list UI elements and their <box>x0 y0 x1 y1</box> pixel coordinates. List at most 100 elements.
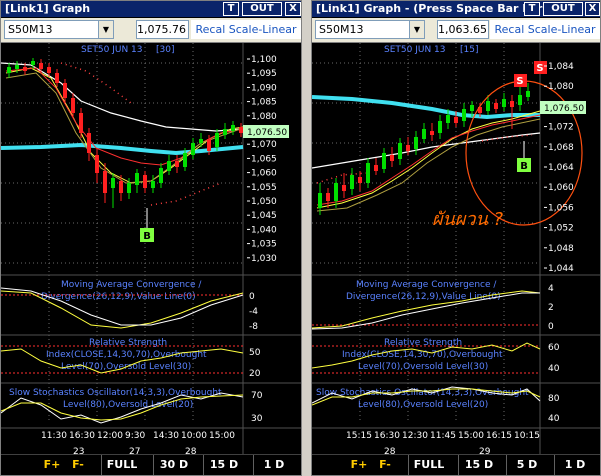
time-tick-label: 15:15 <box>346 431 372 441</box>
price-tick-label: 1,100 <box>251 55 277 65</box>
macd-axis-2: -8 <box>249 322 258 332</box>
timeframe-bar: F+ F- FULL 15 D 5 D 1 D <box>312 454 600 475</box>
timeframe-bar: F+ F- FULL 30 D 15 D 1 D <box>1 454 301 475</box>
candle-body <box>199 139 203 143</box>
macd-title: Moving Average Convergence / <box>61 280 202 290</box>
chevron-down-icon[interactable]: ▼ <box>409 21 424 38</box>
candle-body <box>494 103 498 109</box>
ma-yellow-line <box>5 67 244 184</box>
chart-canvas[interactable]: SET50 JUN 13 [15] ผันผวน ? S S B 1,084 1,… <box>312 43 600 456</box>
candle-body <box>159 168 163 183</box>
price-tick-label: 1,060 <box>548 183 574 193</box>
15d-button[interactable]: 15 D <box>458 455 499 475</box>
price-tick-label: 1,080 <box>548 82 574 92</box>
macd-axis-2: 0 <box>548 322 554 332</box>
price-tick-label: 1,030 <box>251 254 277 264</box>
toggle-t-button[interactable]: T <box>223 2 239 16</box>
price-axis: 1,1001,0951,0901,0851,0801,0751,0701,065… <box>247 55 277 264</box>
candle-body <box>183 153 187 167</box>
5d-button[interactable]: 5 D <box>506 455 547 475</box>
symbol-dropdown[interactable]: S50M13 ▼ <box>4 20 114 39</box>
candle-body <box>518 95 522 105</box>
price-tag: 1,076.50 <box>544 104 584 114</box>
left-chart-window: [Link1] Graph T OUT X S50M13 ▼ 1,075.76 … <box>0 0 302 476</box>
rsi-axis-1: 20 <box>249 369 261 379</box>
zoom-out-button[interactable]: F- <box>67 455 89 475</box>
candle-body <box>486 101 490 111</box>
1d-button[interactable]: 1 D <box>253 455 294 475</box>
time-tick-label: 14:30 <box>153 431 179 441</box>
candle-body <box>342 185 346 191</box>
zoom-out-button[interactable]: F- <box>374 455 396 475</box>
time-tick-label: 9:30 <box>125 431 145 441</box>
price-tick-label: 1,084 <box>548 62 574 72</box>
close-button[interactable]: X <box>285 2 301 16</box>
candle-body <box>15 65 19 69</box>
candle-body <box>79 113 83 133</box>
toggle-t-button[interactable]: T <box>524 2 540 16</box>
candle-body <box>23 67 27 71</box>
candle-body <box>71 98 75 113</box>
price-tick-label: 1,090 <box>251 83 277 93</box>
time-tick-label: 10:15 <box>514 431 540 441</box>
out-button[interactable]: OUT <box>242 2 282 16</box>
candle-body <box>422 129 426 139</box>
zoom-in-button[interactable]: F+ <box>348 455 370 475</box>
full-button[interactable]: FULL <box>101 455 142 475</box>
candle-body <box>95 155 99 173</box>
30d-button[interactable]: 30 D <box>153 455 194 475</box>
full-button[interactable]: FULL <box>408 455 449 475</box>
1d-button[interactable]: 1 D <box>554 455 595 475</box>
rsi-title-2: Index(CLOSE,14,30,70),Overbought <box>46 350 207 360</box>
price-tick-label: 1,056 <box>548 203 574 213</box>
chart-canvas[interactable]: SET50 JUN 13 [30] B 1,100 1,095 1,090 1,085… <box>1 43 301 456</box>
last-price-field: 1,063.65 <box>437 20 489 39</box>
candle-body <box>143 175 147 188</box>
candle-body <box>31 61 35 65</box>
candle-body <box>111 178 115 188</box>
chart-toolbar: S50M13 ▼ 1,063.65 Recal Scale-Linear <box>312 18 600 43</box>
candlesticks <box>7 58 243 208</box>
candle-body <box>430 131 434 135</box>
stoch-axis-0: 70 <box>251 391 263 401</box>
time-tick-label: 15:00 <box>458 431 484 441</box>
candle-body <box>406 145 410 151</box>
recal-scale-button[interactable]: Recal Scale-Linear <box>490 20 600 39</box>
time-tick-label: 16:30 <box>69 431 95 441</box>
price-tag: 1,076.50 <box>247 128 287 138</box>
candle-body <box>151 181 155 188</box>
macd-axis-0: 4 <box>548 284 554 294</box>
candle-body <box>382 153 386 169</box>
sell-marker-label: S <box>536 63 543 74</box>
time-axis: 11:30 16:30 12:00 9:30 14:30 10:00 15:00 <box>41 431 235 441</box>
close-button[interactable]: X <box>585 2 600 16</box>
price-tick-label: 1,070 <box>251 140 277 150</box>
candle-body <box>526 91 530 97</box>
price-tick-label: 1,035 <box>251 240 277 250</box>
candle-body <box>63 83 67 98</box>
candle-body <box>175 161 179 167</box>
ma-olive-line <box>5 72 244 184</box>
chevron-down-icon[interactable]: ▼ <box>98 21 113 38</box>
candle-body <box>127 183 131 193</box>
candle-body <box>39 63 43 69</box>
candle-body <box>223 129 227 135</box>
zoom-in-button[interactable]: F+ <box>41 455 63 475</box>
15d-button[interactable]: 15 D <box>203 455 244 475</box>
chart-toolbar: S50M13 ▼ 1,075.76 Recal Scale-Linear <box>1 18 301 43</box>
candle-body <box>318 193 322 208</box>
price-tick-label: 1,095 <box>251 69 277 79</box>
symbol-dropdown[interactable]: S50M13 ▼ <box>315 20 425 39</box>
recal-scale-button[interactable]: Recal Scale-Linear <box>191 20 301 39</box>
candle-body <box>470 105 474 111</box>
price-tick-label: 1,052 <box>548 224 574 234</box>
rsi-title: Relative Strength <box>384 338 462 348</box>
out-button[interactable]: OUT <box>543 2 583 16</box>
stoch-axis-1: 30 <box>251 414 263 424</box>
candle-body <box>135 173 139 185</box>
price-tick-label: 1,064 <box>548 163 574 173</box>
candle-body <box>167 161 171 171</box>
time-tick-label: 15:00 <box>209 431 235 441</box>
candle-body <box>438 121 442 133</box>
main-panel-period: [15] <box>460 45 478 55</box>
